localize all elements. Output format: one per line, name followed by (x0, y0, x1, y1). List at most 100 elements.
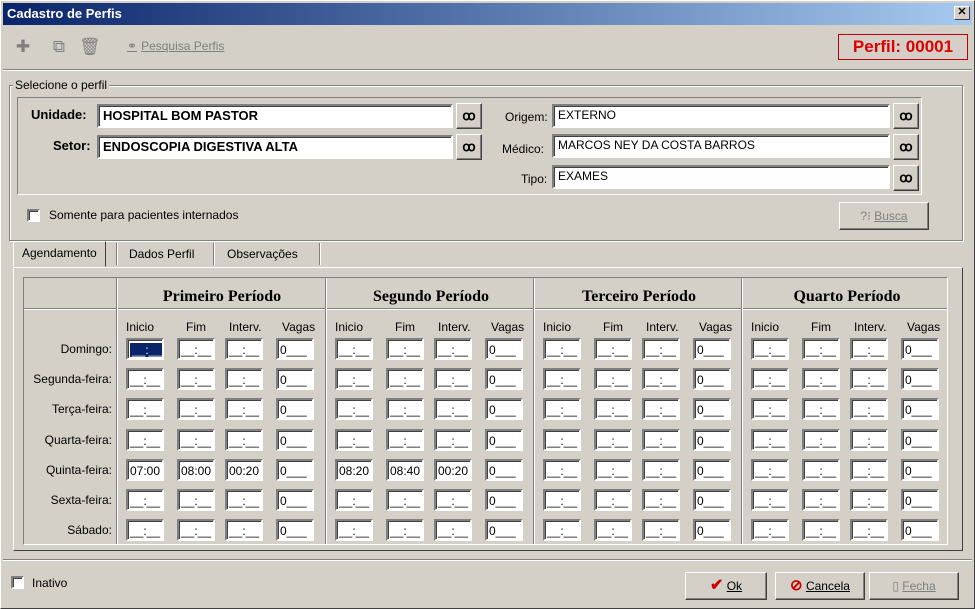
vagas-field[interactable]: 0___ (485, 429, 523, 451)
vagas-field[interactable]: 0___ (901, 429, 939, 451)
tab-observacoes[interactable]: Observações (219, 243, 306, 267)
fim-field[interactable]: __:__ (594, 459, 632, 481)
vagas-field[interactable]: 0___ (276, 368, 314, 390)
search-tipo-binoculars-icon[interactable]: ꝏ (893, 165, 919, 191)
plus-icon[interactable]: ✚ (13, 37, 33, 57)
inicio-field[interactable]: __:__ (751, 519, 789, 541)
intervalo-field[interactable]: __:__ (642, 519, 680, 541)
fim-field[interactable]: __:__ (802, 398, 840, 420)
inicio-field[interactable]: __:__ (126, 519, 164, 541)
inicio-field[interactable]: 07:00 (126, 459, 164, 481)
inicio-field[interactable]: __:__ (751, 398, 789, 420)
vagas-field[interactable]: 0___ (901, 519, 939, 541)
fim-field[interactable]: __:__ (802, 459, 840, 481)
fim-field[interactable]: __:__ (594, 398, 632, 420)
inicio-field[interactable]: __:__ (543, 429, 581, 451)
inicio-field[interactable]: __:__ (126, 398, 164, 420)
vagas-field[interactable]: 0___ (276, 398, 314, 420)
intervalo-field[interactable]: __:__ (850, 338, 888, 360)
setor-field[interactable]: ENDOSCOPIA DIGESTIVA ALTA (97, 135, 453, 159)
intervalo-field[interactable]: __:__ (642, 338, 680, 360)
inicio-field[interactable]: __:__ (126, 338, 164, 360)
inicio-field[interactable]: __:__ (751, 429, 789, 451)
inicio-field[interactable]: __:__ (335, 368, 373, 390)
intervalo-field[interactable]: __:__ (434, 489, 472, 511)
intervalo-field[interactable]: __:__ (642, 368, 680, 390)
intervalo-field[interactable]: __:__ (850, 429, 888, 451)
fim-field[interactable]: __:__ (594, 519, 632, 541)
fim-field[interactable]: __:__ (386, 398, 424, 420)
fim-field[interactable]: __:__ (802, 368, 840, 390)
fim-field[interactable]: 08:00 (177, 459, 215, 481)
fim-field[interactable]: __:__ (594, 368, 632, 390)
intervalo-field[interactable]: __:__ (850, 398, 888, 420)
vagas-field[interactable]: 0___ (693, 338, 731, 360)
fim-field[interactable]: __:__ (177, 338, 215, 360)
search-unidade-binoculars-icon[interactable]: ꝏ (456, 103, 482, 129)
vagas-field[interactable]: 0___ (693, 519, 731, 541)
vagas-field[interactable]: 0___ (485, 489, 523, 511)
inicio-field[interactable]: __:__ (335, 429, 373, 451)
intervalo-field[interactable]: __:__ (642, 429, 680, 451)
vagas-field[interactable]: 0___ (693, 368, 731, 390)
inicio-field[interactable]: __:__ (335, 338, 373, 360)
medico-field[interactable]: MARCOS NEY DA COSTA BARROS (552, 134, 890, 158)
busca-button[interactable]: ?⁝ Busca (839, 202, 929, 230)
intervalo-field[interactable]: __:__ (642, 459, 680, 481)
vagas-field[interactable]: 0___ (901, 398, 939, 420)
search-profiles-button[interactable]: ⚭ Pesquisa Perfis (127, 39, 224, 53)
fim-field[interactable]: __:__ (594, 338, 632, 360)
intervalo-field[interactable]: __:__ (225, 338, 263, 360)
intervalo-field[interactable]: __:__ (850, 459, 888, 481)
intervalo-field[interactable]: __:__ (850, 489, 888, 511)
intervalo-field[interactable]: __:__ (850, 519, 888, 541)
inicio-field[interactable]: __:__ (543, 459, 581, 481)
vagas-field[interactable]: 0___ (693, 489, 731, 511)
vagas-field[interactable]: 0___ (485, 459, 523, 481)
inicio-field[interactable]: __:__ (126, 429, 164, 451)
intervalo-field[interactable]: __:__ (225, 519, 263, 541)
inicio-field[interactable]: 08:20 (335, 459, 373, 481)
vagas-field[interactable]: 0___ (485, 368, 523, 390)
inicio-field[interactable]: __:__ (751, 489, 789, 511)
trash-icon[interactable]: 🗑 (79, 37, 101, 57)
intervalo-field[interactable]: 00:20 (225, 459, 263, 481)
inicio-field[interactable]: __:__ (335, 489, 373, 511)
inicio-field[interactable]: __:__ (126, 489, 164, 511)
fim-field[interactable]: __:__ (386, 368, 424, 390)
search-medico-binoculars-icon[interactable]: ꝏ (893, 134, 919, 160)
vagas-field[interactable]: 0___ (485, 519, 523, 541)
intervalo-field[interactable]: __:__ (642, 489, 680, 511)
vagas-field[interactable]: 0___ (693, 459, 731, 481)
fim-field[interactable]: __:__ (177, 489, 215, 511)
vagas-field[interactable]: 0___ (276, 429, 314, 451)
vagas-field[interactable]: 0___ (276, 338, 314, 360)
intervalo-field[interactable]: __:__ (225, 398, 263, 420)
fim-field[interactable]: __:__ (594, 429, 632, 451)
fim-field[interactable]: __:__ (386, 489, 424, 511)
inicio-field[interactable]: __:__ (751, 459, 789, 481)
fim-field[interactable]: __:__ (802, 429, 840, 451)
vagas-field[interactable]: 0___ (276, 489, 314, 511)
intervalo-field[interactable]: __:__ (434, 368, 472, 390)
cancel-button[interactable]: ⊘ Cancela (775, 572, 865, 600)
intervalo-field[interactable]: __:__ (434, 338, 472, 360)
vagas-field[interactable]: 0___ (485, 338, 523, 360)
origem-field[interactable]: EXTERNO (552, 104, 890, 128)
vagas-field[interactable]: 0___ (901, 338, 939, 360)
intervalo-field[interactable]: __:__ (225, 368, 263, 390)
internados-checkbox[interactable] (27, 209, 40, 222)
tab-agendamento[interactable]: Agendamento (13, 241, 106, 267)
fim-field[interactable]: __:__ (386, 429, 424, 451)
close-button[interactable]: ▯ Fecha (869, 572, 959, 600)
close-window-button[interactable]: ✕ (954, 6, 970, 20)
intervalo-field[interactable]: __:__ (642, 398, 680, 420)
vagas-field[interactable]: 0___ (276, 459, 314, 481)
inicio-field[interactable]: __:__ (335, 398, 373, 420)
fim-field[interactable]: __:__ (594, 489, 632, 511)
intervalo-field[interactable]: __:__ (850, 368, 888, 390)
inicio-field[interactable]: __:__ (543, 489, 581, 511)
inicio-field[interactable]: __:__ (543, 519, 581, 541)
vagas-field[interactable]: 0___ (276, 519, 314, 541)
fim-field[interactable]: __:__ (177, 368, 215, 390)
